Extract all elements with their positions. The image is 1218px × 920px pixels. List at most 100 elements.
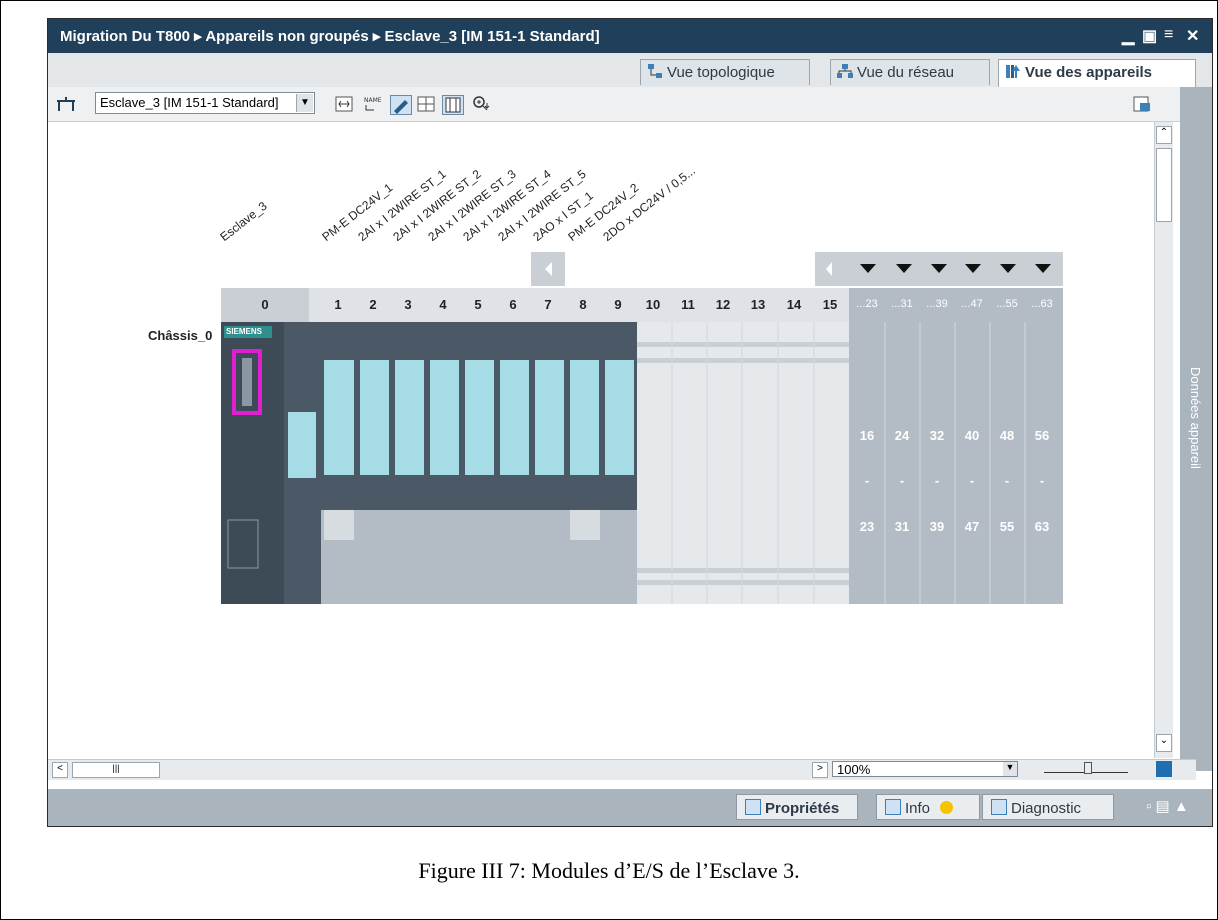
slot-number: 14	[786, 297, 802, 312]
connect-icon[interactable]	[56, 95, 76, 113]
range-from: 16	[859, 428, 875, 443]
slot-number: 1	[334, 297, 342, 312]
view-tabs: Vue topologique Vue du réseau Vue des ap…	[48, 53, 1212, 88]
info-icon	[885, 799, 901, 815]
properties-label: Propriétés	[765, 800, 840, 817]
empty-slots[interactable]	[637, 322, 849, 604]
scroll-down-icon[interactable]: ⌄	[1156, 734, 1172, 752]
info-badge-icon	[940, 801, 954, 814]
range-sep: -	[864, 473, 870, 488]
tab-topology-view[interactable]: Vue topologique	[640, 59, 810, 85]
device-canvas[interactable]: Esclave_3 PM-E DC24V_1 2AI x I 2WIRE ST_…	[48, 122, 1154, 758]
diagnostic-button[interactable]: Diagnostic	[982, 794, 1114, 820]
close-icon[interactable]: ✕	[1186, 26, 1199, 46]
group-number: ...63	[1031, 298, 1053, 310]
device-data-panel[interactable]: Données appareil	[1180, 87, 1212, 771]
range-from: 40	[964, 428, 980, 443]
side-panel-label: Données appareil	[1188, 367, 1203, 469]
range-to: 47	[964, 519, 980, 534]
head-module[interactable]	[221, 322, 284, 604]
zoom-slider[interactable]	[1044, 762, 1128, 776]
group-number: ...31	[891, 298, 913, 310]
tab-network-view[interactable]: Vue du réseau	[830, 59, 990, 85]
info-label: Info	[905, 800, 931, 817]
io-modules[interactable]	[321, 322, 637, 604]
range-from: 48	[999, 428, 1015, 443]
figure-caption: Figure III 7: Modules d’E/S de l’Esclave…	[418, 858, 800, 883]
slot-number: 2	[369, 297, 377, 312]
slot-number: 12	[715, 297, 731, 312]
slot-number: 6	[509, 297, 517, 312]
chevron-down-icon[interactable]: ▼	[296, 94, 313, 112]
grid-icon[interactable]	[416, 95, 436, 113]
range-sep: -	[934, 473, 940, 488]
diagnostic-label: Diagnostic	[1011, 800, 1082, 817]
device-toolbar: Esclave_3 [IM 151-1 Standard] ▼ NAME	[48, 87, 1196, 122]
horizontal-scrollbar[interactable]: < ||| > 100% ▼	[48, 759, 1196, 780]
panel-controls-icon[interactable]: ▫ ▤ ▲	[1146, 797, 1189, 815]
tab-label: Vue topologique	[667, 64, 775, 81]
range-to: 39	[929, 519, 945, 534]
breadcrumb: Migration Du T800 ▸ Appareils non groupé…	[60, 28, 600, 45]
group-number: ...23	[856, 298, 878, 310]
overview-icon[interactable]	[1132, 95, 1152, 113]
device-select[interactable]: Esclave_3 [IM 151-1 Standard] ▼	[95, 92, 315, 114]
toggle-names-icon[interactable]	[334, 95, 354, 113]
range-sep: -	[899, 473, 905, 488]
network-icon	[837, 64, 853, 78]
fit-icon[interactable]	[1156, 761, 1172, 777]
zoom-icon[interactable]	[472, 95, 492, 113]
slot-number: 4	[439, 297, 447, 312]
slot-number: 10	[645, 297, 661, 312]
scroll-left-icon[interactable]: <	[52, 762, 68, 778]
nav-left[interactable]	[531, 252, 565, 286]
tia-portal-window: Migration Du T800 ▸ Appareils non groupé…	[47, 18, 1213, 827]
scroll-thumb[interactable]	[1156, 148, 1172, 222]
title-bar: Migration Du T800 ▸ Appareils non groupé…	[48, 19, 1212, 53]
range-sep: -	[969, 473, 975, 488]
tab-label: Vue du réseau	[857, 64, 955, 81]
zoom-value: 100%	[837, 762, 871, 777]
slot-number: 3	[404, 297, 412, 312]
slot-number: 15	[822, 297, 838, 312]
scroll-right-icon[interactable]: >	[812, 762, 828, 778]
scroll-up-icon[interactable]: ⌃	[1156, 126, 1172, 144]
range-to: 23	[859, 519, 875, 534]
range-to: 63	[1034, 519, 1050, 534]
range-from: 56	[1034, 428, 1050, 443]
minimize-icon[interactable]: ▁	[1122, 26, 1134, 46]
rack-name: Châssis_0	[148, 328, 213, 343]
group-columns[interactable]	[849, 322, 1063, 604]
tab-label: Vue des appareils	[1025, 64, 1153, 81]
group-dropdowns[interactable]	[815, 252, 1063, 286]
hscroll-thumb[interactable]: |||	[72, 762, 160, 778]
zoom-select[interactable]: 100% ▼	[832, 761, 1018, 777]
range-from: 32	[929, 428, 945, 443]
properties-button[interactable]: Propriétés	[736, 794, 858, 820]
topology-icon	[648, 64, 662, 78]
range-sep: -	[1039, 473, 1045, 488]
group-number: ...47	[961, 298, 983, 310]
group-number: ...55	[996, 298, 1018, 310]
show-labels-icon[interactable]: NAME	[362, 95, 382, 113]
slot-number: 8	[579, 297, 587, 312]
properties-icon	[745, 799, 761, 815]
head-brand: SIEMENS	[226, 327, 263, 336]
slot-number: 11	[681, 297, 695, 312]
slot-number: 9	[614, 297, 622, 312]
range-to: 31	[894, 519, 910, 534]
slot-number: 7	[544, 297, 552, 312]
color-view-icon[interactable]	[390, 95, 412, 115]
group-number: ...39	[926, 298, 948, 310]
info-button[interactable]: Info	[876, 794, 980, 820]
maximize-icon[interactable]: ≡	[1164, 26, 1173, 44]
range-from: 24	[894, 428, 910, 443]
vertical-scrollbar[interactable]: ⌃ ⌄	[1154, 122, 1173, 758]
restore-icon[interactable]: ▣	[1142, 26, 1157, 46]
slot-number: 5	[474, 297, 482, 312]
chevron-down-icon[interactable]: ▼	[1003, 762, 1017, 776]
tab-device-view[interactable]: Vue des appareils	[998, 59, 1196, 87]
device-select-value: Esclave_3 [IM 151-1 Standard]	[100, 95, 279, 110]
table-icon[interactable]	[442, 95, 464, 115]
slot-number: 0	[261, 297, 269, 312]
